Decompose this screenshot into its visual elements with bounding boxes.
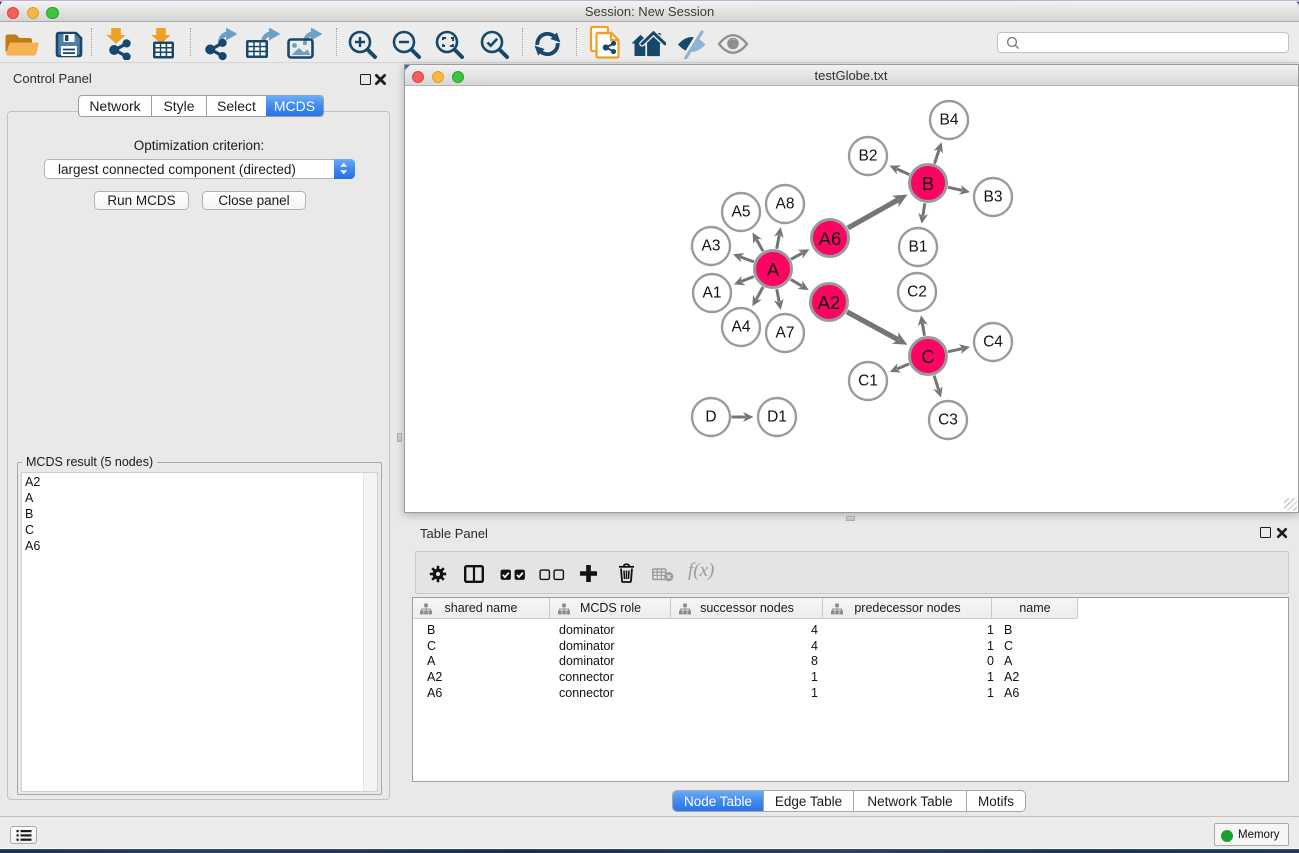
- svg-text:A3: A3: [701, 238, 720, 255]
- svg-text:B: B: [921, 173, 933, 194]
- svg-text:C: C: [921, 346, 934, 367]
- svg-text:B3: B3: [983, 189, 1002, 206]
- svg-text:B2: B2: [858, 148, 877, 165]
- svg-text:A7: A7: [775, 325, 794, 342]
- svg-text:C4: C4: [983, 334, 1003, 351]
- svg-text:D: D: [705, 409, 716, 426]
- svg-text:A6: A6: [818, 228, 841, 249]
- svg-text:A4: A4: [731, 319, 750, 336]
- svg-text:D1: D1: [767, 409, 787, 426]
- svg-text:C1: C1: [858, 373, 878, 390]
- svg-text:C2: C2: [907, 284, 927, 301]
- svg-text:A8: A8: [775, 196, 794, 213]
- svg-text:A1: A1: [702, 285, 721, 302]
- svg-text:A: A: [766, 259, 779, 280]
- svg-text:B1: B1: [908, 239, 927, 256]
- svg-text:C3: C3: [938, 412, 958, 429]
- svg-text:A2: A2: [817, 292, 840, 313]
- svg-text:A5: A5: [731, 204, 750, 221]
- svg-text:B4: B4: [939, 112, 958, 129]
